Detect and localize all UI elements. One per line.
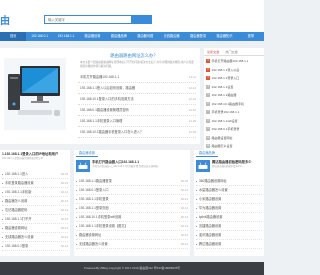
list-item[interactable]: 192.168.0.1路由器设置管理员密码 12-10 bbox=[78, 105, 196, 116]
middle-feature-desc: 手机打开路由器入口192.168.1.1的详细步骤,需要连接无线网络... bbox=[92, 165, 160, 168]
list-item[interactable]: 360路由器设置网址 bbox=[196, 177, 262, 186]
list-item[interactable]: 斐讯路由器设置 bbox=[196, 231, 262, 240]
rank-badge: 3 bbox=[206, 76, 210, 81]
thumbnail-image bbox=[196, 160, 210, 172]
right-list: 360路由器设置网址 水星路由器怎么设置 小米路由器设置 华为路由器设置 tpl… bbox=[196, 177, 262, 249]
sidebar-item[interactable]: 11 路由器怎么设置 bbox=[206, 142, 262, 150]
list-item[interactable]: 无线路由器怎么设置 02-12 bbox=[2, 233, 68, 242]
nav-item[interactable]: 192.168.1.1 bbox=[53, 32, 79, 41]
sidebar-item[interactable]: 2 192.168.1.1登入以后 bbox=[206, 66, 262, 75]
nav-item[interactable]: 路由器知识 bbox=[211, 32, 237, 41]
rank-badge: 9 bbox=[206, 127, 210, 132]
nav-item[interactable]: 路由器问题 bbox=[132, 32, 158, 41]
list-item[interactable]: 小米路由器设置 bbox=[196, 195, 262, 204]
rank-badge: 2 bbox=[206, 67, 210, 72]
right-feature[interactable]: 腾达路由器初始密码是多少 腾达路由器初始密码是admin bbox=[196, 160, 262, 176]
list-item[interactable]: 手机打开路由器192.168.1.1 12-11 bbox=[78, 72, 196, 83]
right-feature-desc: 腾达路由器初始密码是admin bbox=[212, 165, 243, 168]
nav-item[interactable]: 无线路由器 bbox=[158, 32, 184, 41]
sidebar-list: 1 手机打开路由器192.168.1.1 2 192.168.1.1登入以后 3 19… bbox=[204, 56, 264, 150]
list-item[interactable]: 192.168.1.1手机登录 02-14 bbox=[76, 195, 188, 204]
rank-badge: 1 bbox=[206, 59, 210, 64]
left-panel: 1.192.168.1.1登录入口的IP地址和用户 192.168.1.1是路由… bbox=[0, 150, 70, 256]
list-item[interactable]: 192.168.10.1手机登录wifi设置 02-13 bbox=[76, 213, 188, 222]
rank-badge: 11 bbox=[206, 144, 210, 149]
nav-item[interactable]: 路由器品牌 bbox=[106, 32, 132, 41]
left-list: 192.168.1.1进入 02-15 手机登录路由器设置 02-15 192.16… bbox=[2, 170, 68, 251]
sidebar-item[interactable]: 10 路由器设置网址 bbox=[206, 134, 262, 143]
left-feature-desc: 192.168.1.1是路由器管理界面的默认IP bbox=[2, 157, 44, 160]
nav-item[interactable]: 宽带 bbox=[238, 32, 264, 41]
list-item[interactable]: 192.168.10.1登录入口的手机设置方法 12-10 bbox=[78, 94, 196, 105]
featured-title[interactable]: 路由器路由网址怎么办？ bbox=[74, 53, 194, 59]
rank-badge: 6 bbox=[206, 101, 210, 106]
middle-list: 192.168.1.1路由器登录 02-15 192.168.0.1登录入口 02-… bbox=[76, 177, 188, 249]
rank-badge: 7 bbox=[206, 110, 210, 115]
sidebar-item[interactable]: 7 手机登录192.168.1.1 bbox=[206, 108, 262, 117]
left-feature[interactable]: 1.192.168.1.1登录入口的IP地址和用户 192.168.1.1是路由… bbox=[2, 152, 68, 168]
sidebar-tabs: 最新文章 热门文章 bbox=[204, 48, 264, 56]
tab-latest[interactable]: 最新文章 bbox=[204, 48, 222, 55]
nav-item-home[interactable]: 首页 bbox=[0, 32, 27, 41]
list-item[interactable]: 路由器怎么设置 02-14 bbox=[2, 197, 68, 206]
tab-router-settings[interactable]: 路由器设置 bbox=[76, 150, 98, 157]
list-item[interactable]: 路由器设置网址 02-13 bbox=[2, 224, 68, 233]
right-panel: 路由器品牌 腾达路由器初始密码是多少 腾达路由器初始密码是admin 360路由… bbox=[194, 150, 264, 256]
search-button[interactable] bbox=[131, 16, 151, 23]
featured-description: 本文主要介绍路由器路由网址管理地址打不开的问题,解决方法如下,并有详细的图文教程… bbox=[80, 61, 194, 68]
list-item[interactable]: 192.168.1.1手机登录入口管理 12-09 bbox=[78, 116, 196, 127]
middle-feature[interactable]: 手机打开路由器入口192.168.1.1 手机打开路由器入口192.168.1.… bbox=[76, 160, 188, 176]
list-item[interactable]: 水星路由器怎么设置 bbox=[196, 186, 262, 195]
list-item[interactable]: 192.168.1.1进入 02-15 bbox=[2, 170, 68, 179]
list-item[interactable]: 192.168.1.1打不开 02-13 bbox=[2, 215, 68, 224]
rank-badge: 10 bbox=[206, 135, 210, 140]
sidebar-item[interactable]: 8 192.168.1.1wifi设置 bbox=[206, 117, 262, 126]
tab-popular[interactable]: 热门文章 bbox=[222, 48, 240, 55]
list-item[interactable]: 手机登录路由器设置 02-15 bbox=[2, 179, 68, 188]
sidebar: 最新文章 热门文章 1 手机打开路由器192.168.1.1 2 192.168.1… bbox=[204, 48, 264, 150]
search-input[interactable] bbox=[45, 16, 131, 23]
sidebar-item[interactable]: 9 192.168.0.1手机登录 bbox=[206, 125, 262, 134]
list-item[interactable]: 192.168.1.1登录页面 02-14 bbox=[76, 204, 188, 213]
nav-item[interactable]: 路由器设置 bbox=[79, 32, 105, 41]
rank-badge: 4 bbox=[206, 84, 210, 89]
rank-badge: 8 bbox=[206, 118, 210, 123]
thumbnail-image bbox=[76, 160, 90, 172]
main-nav: 首页 192.168.0.1 192.168.1.1 路由器设置 路由器品牌 路… bbox=[0, 32, 264, 41]
rank-badge: 5 bbox=[206, 93, 210, 98]
site-logo[interactable]: 由 bbox=[0, 12, 10, 27]
router-icon bbox=[198, 162, 208, 169]
list-item[interactable]: 192.168.0.1登录 02-12 bbox=[2, 242, 68, 251]
search-box bbox=[44, 15, 152, 24]
list-item[interactable]: 忘记路由器密码 02-14 bbox=[2, 206, 68, 215]
computer-image[interactable] bbox=[4, 58, 66, 130]
list-item[interactable]: 192.168.0.1登录入口 02-15 bbox=[76, 186, 188, 195]
router-icon bbox=[78, 162, 88, 169]
list-item[interactable]: 192.168.1.1登入以后如何设置，路由器 12-10 bbox=[78, 83, 196, 94]
middle-panel: 路由器设置 手机打开路由器入口192.168.1.1 手机打开路由器入口192.… bbox=[74, 150, 190, 256]
sidebar-item[interactable]: 1 手机打开路由器192.168.1.1 bbox=[206, 57, 262, 66]
sidebar-item[interactable]: 4 192.168.1.1设置 bbox=[206, 83, 262, 92]
list-item[interactable]: 腾达路由器设置 bbox=[196, 240, 262, 249]
list-item[interactable]: 迅捷路由器设置 bbox=[196, 222, 262, 231]
featured-list: 手机打开路由器192.168.1.1 12-11 192.168.1.1登入以后如… bbox=[78, 72, 196, 138]
list-item[interactable]: 192.168.1.1路由器登录 02-15 bbox=[76, 177, 188, 186]
header: 由 bbox=[0, 0, 264, 32]
sidebar-item[interactable]: 5 192.168.1.1路由器 bbox=[206, 91, 262, 100]
list-item[interactable]: 192.168.10.1路由器手机登录入口怎么进入？ 12-09 bbox=[78, 127, 196, 138]
list-item[interactable]: 路由器设置网址 02-12 bbox=[76, 231, 188, 240]
list-item[interactable]: tplink路由器设置 bbox=[196, 213, 262, 222]
list-item[interactable]: 无线路由器怎么设置 02-12 bbox=[76, 240, 188, 249]
footer: Powered By ZBlog Copyright © 2017-2019 路… bbox=[0, 262, 264, 275]
list-item[interactable]: 华为路由器设置 bbox=[196, 204, 262, 213]
sidebar-item[interactable]: 6 192.168.10.1路由器手机 bbox=[206, 100, 262, 109]
list-item[interactable]: 192.168.1.1手机登录设置【图文】 02-13 bbox=[76, 222, 188, 231]
nav-item[interactable]: 路由器登录 bbox=[185, 32, 211, 41]
list-item[interactable]: 192.168.1.1手机版 02-14 bbox=[2, 188, 68, 197]
sidebar-item[interactable]: 3 192.168.1.1登录入口 bbox=[206, 74, 262, 83]
tab-router-brands[interactable]: 路由器品牌 bbox=[196, 150, 218, 157]
featured-panel: 路由器路由网址怎么办？ 本文主要介绍路由器路由网址管理地址打不开的问题,解决方法… bbox=[0, 48, 200, 144]
nav-item[interactable]: 192.168.0.1 bbox=[26, 32, 52, 41]
